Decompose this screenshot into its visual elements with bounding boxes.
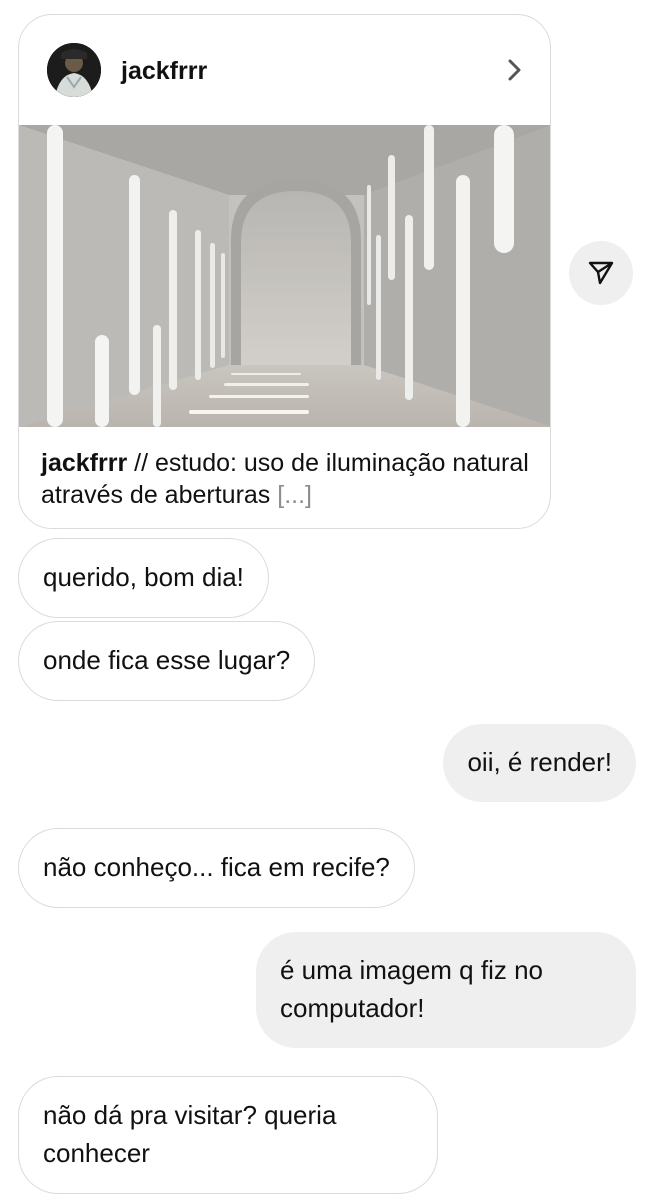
paper-plane-icon bbox=[588, 261, 614, 285]
avatar[interactable] bbox=[47, 43, 101, 97]
caption-username[interactable]: jackfrrr bbox=[41, 449, 127, 477]
share-button[interactable] bbox=[569, 241, 633, 305]
message-bubble-incoming[interactable]: onde fica esse lugar? bbox=[18, 621, 316, 701]
message-bubble-outgoing[interactable]: oii, é render! bbox=[443, 724, 636, 802]
avatar-image bbox=[47, 43, 101, 97]
post-image[interactable] bbox=[19, 125, 550, 427]
corridor-render-image bbox=[19, 125, 550, 427]
shared-post-card[interactable]: jackfrrr jackfrrr // estudo: uso de ilum… bbox=[18, 14, 551, 529]
chevron-right-icon[interactable] bbox=[502, 57, 528, 83]
message-bubble-incoming[interactable]: não dá pra visitar? queria conhecer bbox=[18, 1076, 438, 1194]
post-username[interactable]: jackfrrr bbox=[121, 57, 207, 86]
post-caption: jackfrrr // estudo: uso de iluminação na… bbox=[41, 447, 531, 511]
caption-more[interactable]: [...] bbox=[277, 481, 312, 509]
message-bubble-outgoing[interactable]: é uma imagem q fiz no computador! bbox=[256, 932, 636, 1048]
message-bubble-incoming[interactable]: não conheço... fica em recife? bbox=[18, 828, 415, 908]
shared-post-header[interactable]: jackfrrr bbox=[19, 15, 550, 125]
message-bubble-incoming[interactable]: querido, bom dia! bbox=[18, 538, 269, 618]
